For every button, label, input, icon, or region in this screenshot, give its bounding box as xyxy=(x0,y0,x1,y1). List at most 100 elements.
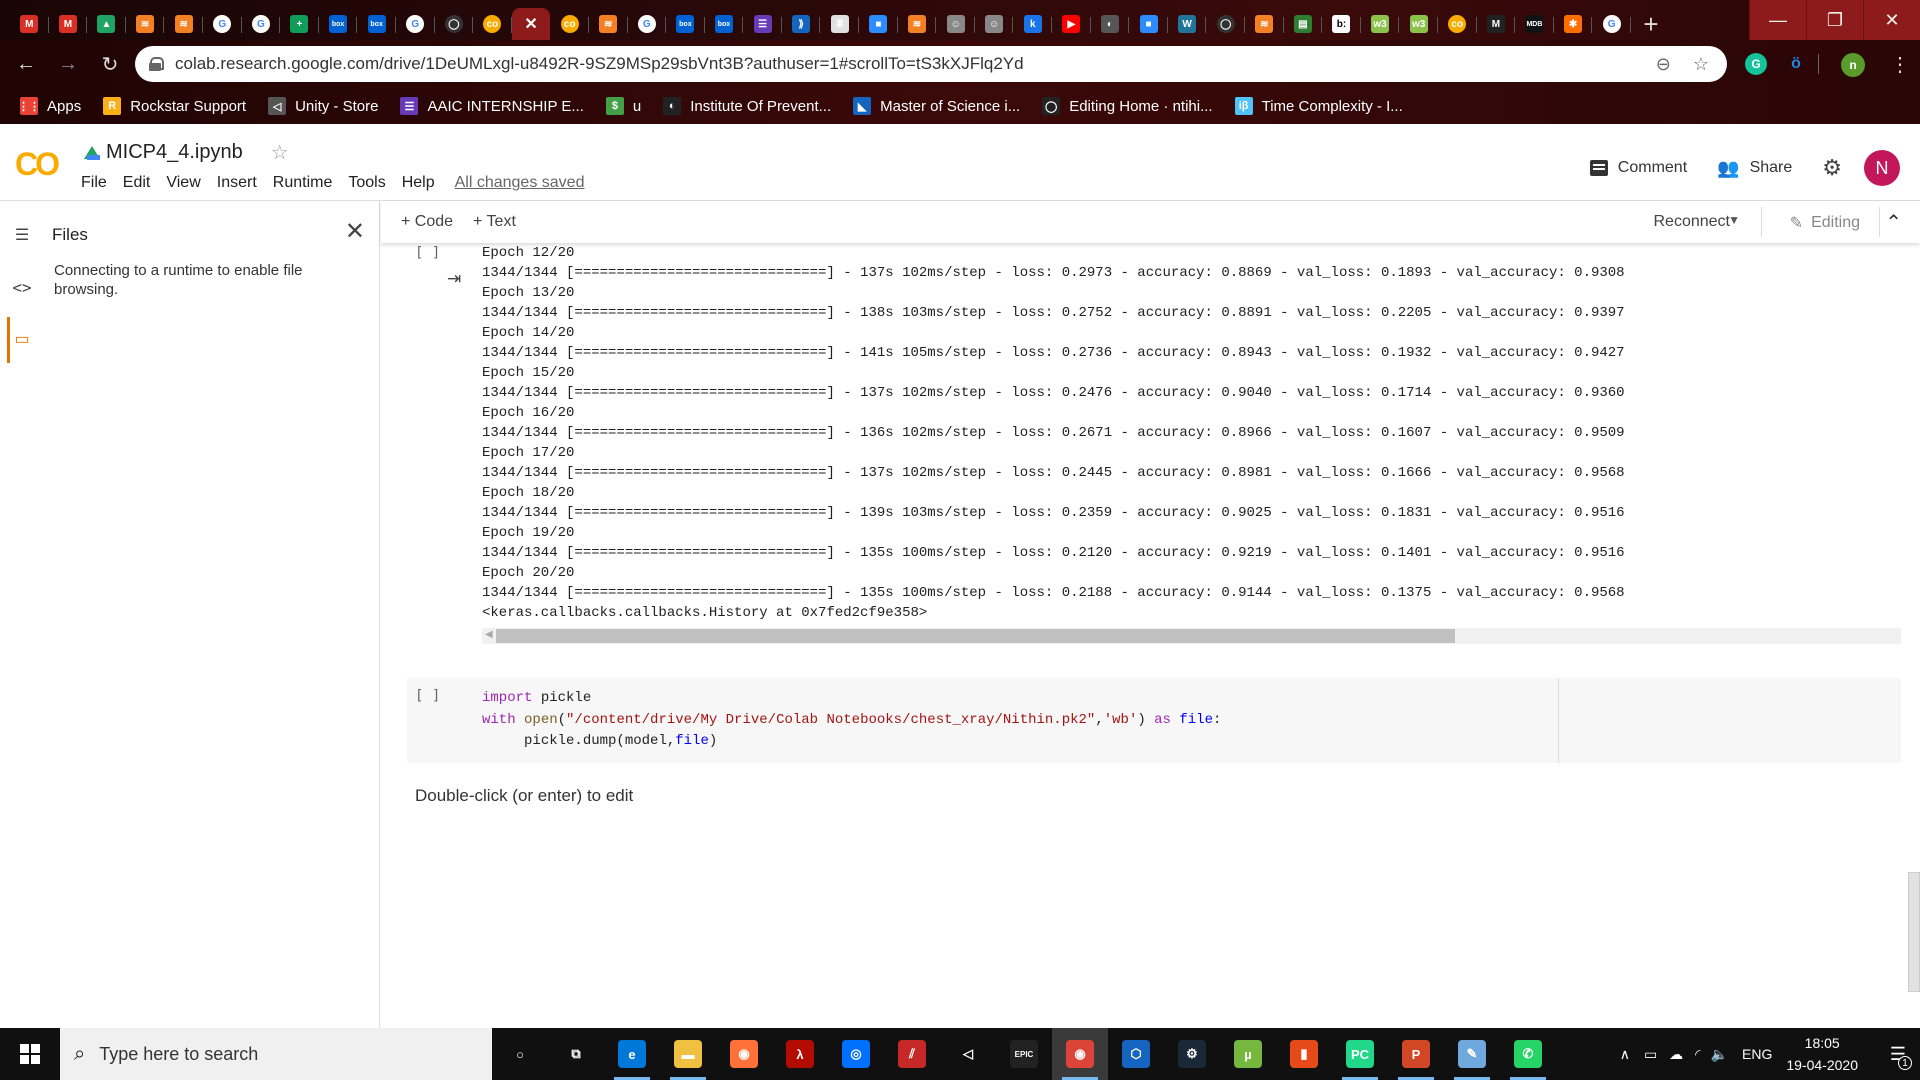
browser-tab[interactable]: ≋ xyxy=(589,8,628,40)
menu-help[interactable]: Help xyxy=(402,174,435,192)
wifi-icon[interactable]: ◜ xyxy=(1695,1046,1700,1063)
run-cell-button[interactable]: [ ] xyxy=(415,245,440,261)
save-status-link[interactable]: All changes saved xyxy=(455,174,585,192)
share-button[interactable]: 👥 Share xyxy=(1717,158,1792,179)
active-tab[interactable]: ✕ xyxy=(511,8,551,40)
taskbar-app[interactable]: ◉ xyxy=(1052,1028,1108,1080)
reload-button[interactable]: ↻ xyxy=(94,48,126,80)
profile-icon[interactable]: n xyxy=(1841,53,1865,77)
close-panel-icon[interactable]: ✕ xyxy=(345,217,365,246)
colab-logo[interactable]: CO xyxy=(15,146,60,183)
browser-tab[interactable]: box xyxy=(705,8,744,40)
browser-tab[interactable]: Ⅲ xyxy=(820,8,859,40)
reconnect-button[interactable]: Reconnect xyxy=(1654,213,1731,231)
taskbar-app[interactable]: ✆ xyxy=(1500,1028,1556,1080)
browser-tab[interactable]: M xyxy=(10,8,49,40)
notebook-vertical-scrollbar[interactable] xyxy=(1908,872,1920,992)
notification-center-icon[interactable]: ☰ 1 xyxy=(1876,1028,1920,1080)
comment-button[interactable]: Comment xyxy=(1589,159,1687,177)
code-editor[interactable]: import pickle with open("/content/drive/… xyxy=(482,688,1221,753)
browser-tab[interactable]: co xyxy=(1438,8,1477,40)
browser-tab[interactable]: ✱ xyxy=(1554,8,1593,40)
browser-tab[interactable]: ▤ xyxy=(1284,8,1323,40)
menu-file[interactable]: File xyxy=(81,174,107,192)
menu-runtime[interactable]: Runtime xyxy=(273,174,333,192)
browser-tab[interactable]: G xyxy=(203,8,242,40)
browser-tab[interactable]: MDB xyxy=(1515,8,1554,40)
taskbar-search[interactable]: ⌕ Type here to search xyxy=(60,1028,492,1080)
browser-menu-icon[interactable]: ⋮ xyxy=(1890,52,1910,77)
code-cell[interactable]: [ ] import pickle with open("/content/dr… xyxy=(407,678,1901,763)
browser-tab[interactable]: ☰ xyxy=(743,8,782,40)
browser-tab[interactable]: box xyxy=(666,8,705,40)
bookmark-item[interactable]: R Rockstar Support xyxy=(103,97,246,115)
browser-tab[interactable]: k xyxy=(1013,8,1052,40)
browser-tab[interactable]: G xyxy=(242,8,281,40)
browser-tab[interactable]: ≋ xyxy=(1245,8,1284,40)
owl-extension-icon[interactable]: ö xyxy=(1785,53,1807,75)
output-redirect-icon[interactable]: ⇥ xyxy=(447,269,461,289)
browser-tab[interactable]: w3 xyxy=(1399,8,1438,40)
close-window-button[interactable]: ✕ xyxy=(1863,0,1920,40)
grammarly-icon[interactable]: G xyxy=(1745,53,1767,75)
bookmark-item[interactable]: ◣ Master of Science i... xyxy=(853,97,1020,115)
notebook-title[interactable]: MICP4_4.ipynb xyxy=(106,141,243,164)
browser-tab[interactable]: ■ xyxy=(1129,8,1168,40)
url-text[interactable]: colab.research.google.com/drive/1DeUMLxg… xyxy=(175,54,1024,74)
taskbar-app[interactable]: µ xyxy=(1220,1028,1276,1080)
settings-gear-icon[interactable]: ⚙ xyxy=(1822,155,1842,181)
bookmark-item[interactable]: $ u xyxy=(605,97,641,115)
bookmark-item[interactable]: ◯ Editing Home · ntihi... xyxy=(1042,97,1213,115)
minimize-button[interactable]: — xyxy=(1749,0,1806,40)
browser-tab[interactable]: ■ xyxy=(859,8,898,40)
browser-tab[interactable]: box xyxy=(357,8,396,40)
taskbar-app[interactable]: ▮ xyxy=(1276,1028,1332,1080)
volume-icon[interactable]: 🔈 xyxy=(1711,1046,1728,1063)
clock[interactable]: 18:05 19-04-2020 xyxy=(1786,1032,1858,1076)
taskbar-app[interactable]: ◁ xyxy=(940,1028,996,1080)
browser-tab[interactable]: ◯ xyxy=(1206,8,1245,40)
browser-tab[interactable]: co xyxy=(550,8,589,40)
add-code-button[interactable]: + Code xyxy=(401,213,453,231)
taskbar-app[interactable]: PC xyxy=(1332,1028,1388,1080)
show-hidden-icons-chevron[interactable]: ∧ xyxy=(1620,1046,1630,1063)
new-tab-button[interactable]: + xyxy=(1631,8,1671,40)
browser-tab[interactable]: + xyxy=(280,8,319,40)
browser-tab[interactable]: ◐ xyxy=(1091,8,1130,40)
menu-tools[interactable]: Tools xyxy=(348,174,385,192)
restore-button[interactable]: ❐ xyxy=(1806,0,1863,40)
taskbar-app[interactable]: P xyxy=(1388,1028,1444,1080)
menu-edit[interactable]: Edit xyxy=(123,174,151,192)
language-indicator[interactable]: ENG xyxy=(1742,1046,1772,1062)
bookmark-item[interactable]: iβ Time Complexity - I... xyxy=(1234,97,1403,115)
browser-tab[interactable]: w3 xyxy=(1361,8,1400,40)
run-cell-button[interactable]: [ ] xyxy=(415,688,440,704)
back-button[interactable]: ← xyxy=(10,48,42,80)
editing-mode-button[interactable]: ✎ Editing xyxy=(1790,213,1860,233)
table-of-contents-icon[interactable]: ☰ xyxy=(10,223,34,247)
taskbar-app[interactable]: ⫽ xyxy=(884,1028,940,1080)
empty-text-cell[interactable]: Double-click (or enter) to edit xyxy=(415,786,633,806)
browser-tab[interactable]: ▲ xyxy=(87,8,126,40)
browser-tab[interactable]: ⟫ xyxy=(782,8,821,40)
runtime-dropdown-icon[interactable]: ▼ xyxy=(1728,213,1740,227)
taskbar-app[interactable]: ▬ xyxy=(660,1028,716,1080)
taskbar-app[interactable]: λ xyxy=(772,1028,828,1080)
address-bar[interactable]: colab.research.google.com/drive/1DeUMLxg… xyxy=(135,46,1727,82)
taskbar-app[interactable]: ⧉ xyxy=(548,1028,604,1080)
code-snippets-icon[interactable]: <> xyxy=(10,275,34,299)
folder-icon[interactable]: ▭ xyxy=(10,327,34,351)
zoom-out-icon[interactable]: ⊖ xyxy=(1656,54,1671,75)
taskbar-app[interactable]: ✎ xyxy=(1444,1028,1500,1080)
browser-tab[interactable]: G xyxy=(396,8,435,40)
taskbar-app[interactable]: EPIC xyxy=(996,1028,1052,1080)
browser-tab[interactable]: ▶ xyxy=(1052,8,1091,40)
menu-insert[interactable]: Insert xyxy=(217,174,257,192)
star-icon[interactable]: ☆ xyxy=(271,140,289,165)
onedrive-cloud-icon[interactable]: ☁ xyxy=(1669,1046,1683,1063)
taskbar-app[interactable]: e xyxy=(604,1028,660,1080)
browser-tab[interactable]: ◯ xyxy=(435,8,474,40)
browser-tab[interactable]: box xyxy=(319,8,358,40)
bookmark-item[interactable]: ◁ Unity - Store xyxy=(268,97,378,115)
bookmark-star-icon[interactable]: ☆ xyxy=(1693,54,1709,75)
